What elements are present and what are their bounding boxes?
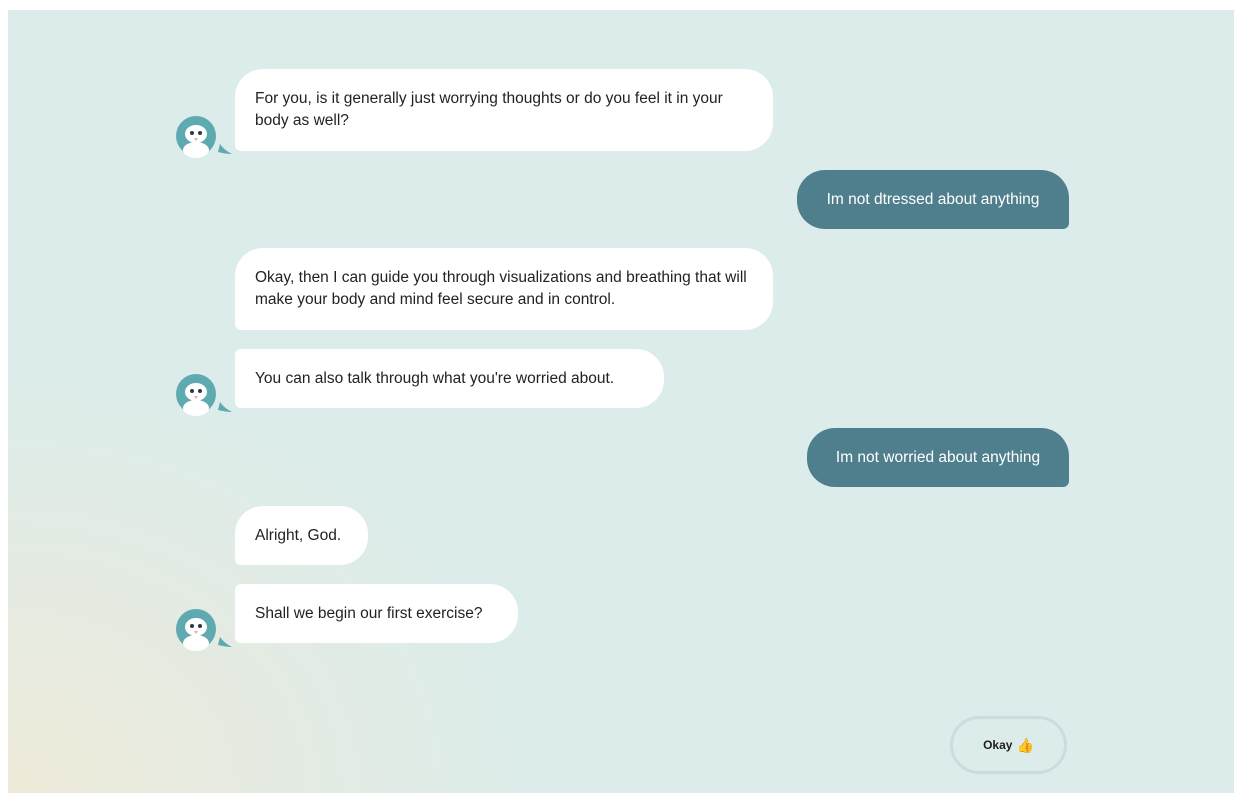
message-text: Im not worried about anything	[835, 448, 1041, 466]
message-text: For you, is it generally just worrying t…	[255, 90, 723, 129]
bot-message: You can also talk through what you're wo…	[235, 349, 664, 408]
thumbs-up-icon: 👍	[1016, 736, 1034, 753]
message-text: Okay, then I can guide you through visua…	[255, 269, 747, 308]
message-text: Alright, God.	[255, 526, 342, 544]
okay-reply-button[interactable]: Okay 👍	[950, 716, 1067, 774]
wysa-penguin-avatar-icon	[176, 116, 232, 158]
chat-canvas: For you, is it generally just worrying t…	[8, 10, 1234, 793]
bot-message: Okay, then I can guide you through visua…	[235, 248, 773, 330]
bot-message: Alright, God.	[235, 506, 368, 565]
message-text: Shall we begin our first exercise?	[255, 604, 483, 622]
message-text: Im not dtressed about anything	[826, 190, 1040, 208]
user-message: Im not dtressed about anything	[797, 170, 1069, 229]
bot-message: For you, is it generally just worrying t…	[235, 69, 773, 151]
user-message: Im not worried about anything	[807, 428, 1069, 487]
message-text: You can also talk through what you're wo…	[255, 369, 615, 387]
wysa-penguin-avatar-icon	[176, 609, 232, 651]
reply-label: Okay	[983, 738, 1013, 752]
bot-message: Shall we begin our first exercise?	[235, 584, 518, 643]
wysa-penguin-avatar-icon	[176, 374, 232, 416]
